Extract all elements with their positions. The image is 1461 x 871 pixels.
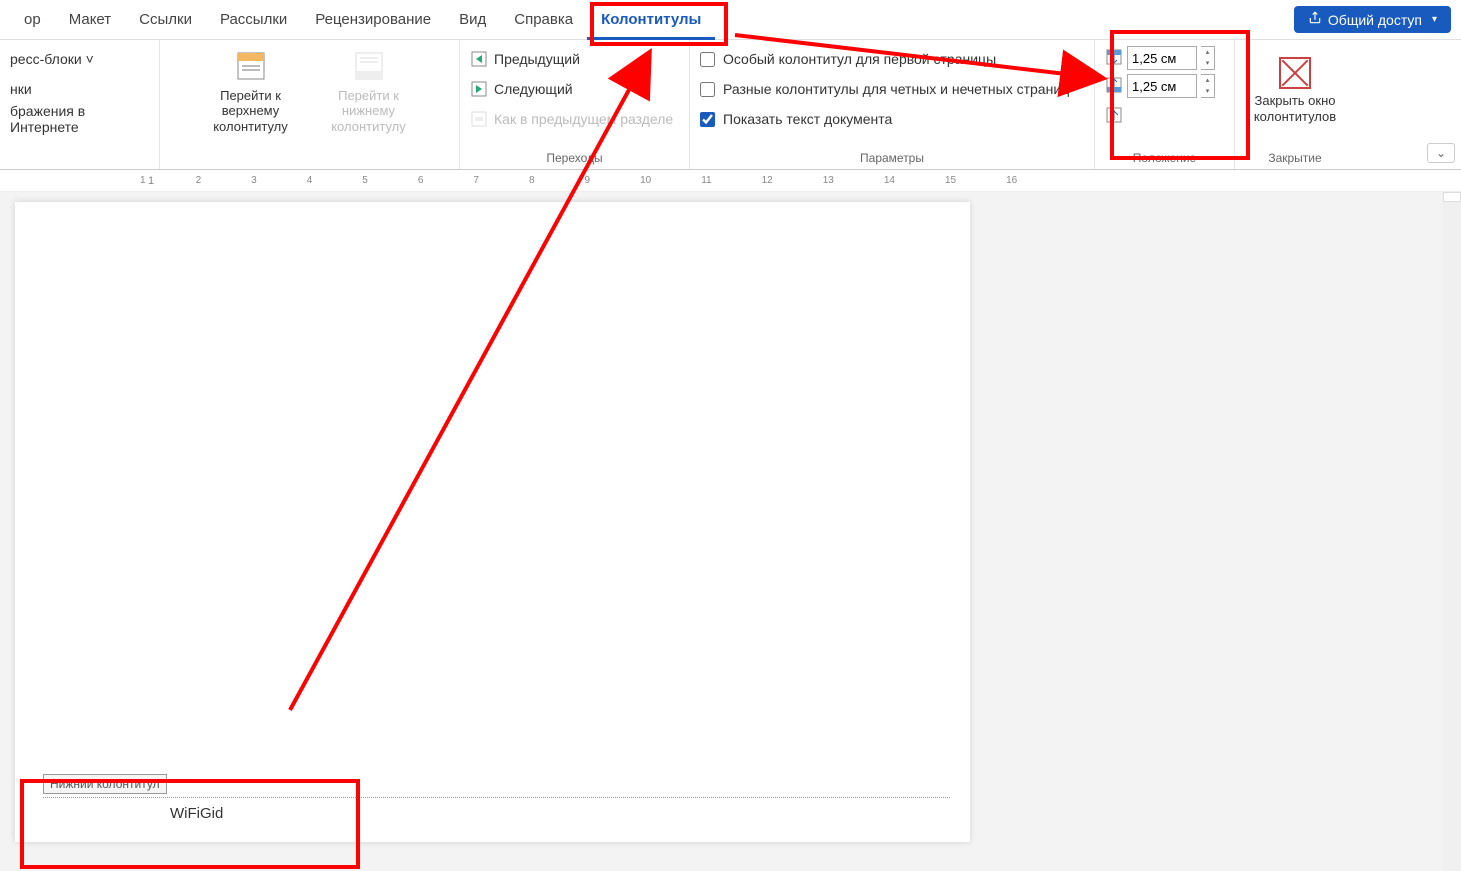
annotation-arrows: [0, 0, 1461, 871]
